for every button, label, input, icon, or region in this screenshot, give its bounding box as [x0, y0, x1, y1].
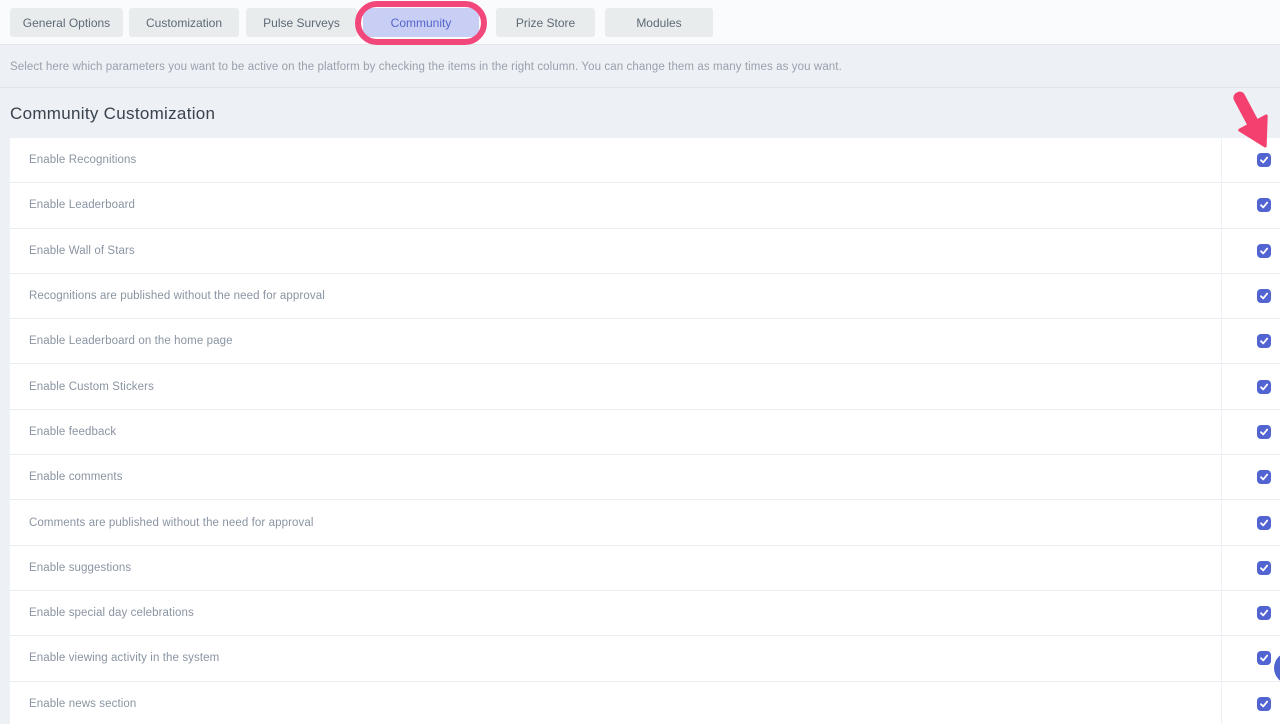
setting-checkbox[interactable]: [1257, 289, 1271, 304]
description-band: Select here which parameters you want to…: [0, 46, 1280, 88]
tab-bar: General Options Customization Pulse Surv…: [0, 0, 1280, 45]
page-title: Community Customization: [10, 103, 216, 123]
checkmark-icon: [1260, 564, 1269, 572]
setting-label: Enable Wall of Stars: [29, 244, 135, 257]
setting-label: Enable Recognitions: [29, 154, 137, 167]
checkmark-icon: [1260, 202, 1269, 209]
setting-checkbox[interactable]: [1257, 379, 1271, 394]
checkmark-icon: [1260, 609, 1269, 617]
setting-checkbox[interactable]: [1257, 334, 1271, 349]
checkmark-icon: [1260, 655, 1269, 662]
table-row: Enable comments: [10, 455, 1280, 501]
checkmark-icon: [1260, 383, 1269, 390]
setting-label: Enable Custom Stickers: [29, 380, 154, 393]
setting-label: Enable special day celebrations: [29, 607, 194, 620]
setting-label: Enable news section: [29, 697, 137, 710]
checkmark-icon: [1260, 428, 1269, 436]
setting-checkbox[interactable]: [1257, 606, 1271, 621]
setting-label: Enable Leaderboard: [29, 199, 136, 212]
tab-customization[interactable]: Customization: [129, 8, 239, 37]
setting-checkbox[interactable]: [1257, 243, 1271, 258]
tab-general-options[interactable]: General Options: [10, 8, 123, 37]
setting-label: Comments are published without the need …: [29, 516, 314, 529]
setting-checkbox[interactable]: [1257, 153, 1271, 168]
setting-checkbox[interactable]: [1257, 696, 1271, 711]
table-row: Recognitions are published without the n…: [10, 273, 1280, 320]
setting-checkbox[interactable]: [1257, 515, 1271, 530]
tab-community[interactable]: Community: [363, 8, 479, 37]
table-row: Comments are published without the need …: [10, 500, 1280, 546]
section-header: Community Customization: [0, 89, 1280, 138]
tab-prize-store[interactable]: Prize Store: [496, 8, 595, 37]
table-row: Enable viewing activity in the system: [10, 636, 1280, 682]
setting-checkbox[interactable]: [1257, 198, 1271, 213]
setting-checkbox[interactable]: [1257, 424, 1271, 439]
page-description: Select here which parameters you want to…: [10, 60, 842, 73]
setting-label: Enable suggestions: [29, 561, 132, 574]
setting-checkbox[interactable]: [1257, 560, 1271, 575]
table-row: Enable feedback: [10, 409, 1280, 456]
setting-label: Enable comments: [29, 471, 123, 484]
checkmark-icon: [1260, 156, 1269, 164]
settings-list: Enable Recognitions Enable Leaderboard E…: [10, 138, 1280, 724]
table-row: Enable Recognitions: [10, 138, 1280, 184]
column-divider: [1221, 138, 1222, 724]
table-row: Enable suggestions: [10, 545, 1280, 591]
tab-pulse-surveys[interactable]: Pulse Surveys: [246, 8, 357, 37]
setting-label: Enable viewing activity in the system: [29, 652, 220, 665]
tab-modules[interactable]: Modules: [605, 8, 713, 37]
checkmark-icon: [1260, 247, 1269, 255]
checkmark-icon: [1260, 292, 1269, 300]
table-row: Enable Leaderboard: [10, 183, 1280, 229]
checkmark-icon: [1260, 700, 1269, 708]
checkmark-icon: [1260, 473, 1269, 481]
table-row: Enable special day celebrations: [10, 590, 1280, 637]
table-row: Enable Custom Stickers: [10, 364, 1280, 410]
settings-page: General Options Customization Pulse Surv…: [0, 0, 1280, 724]
setting-checkbox[interactable]: [1257, 651, 1271, 666]
setting-label: Recognitions are published without the n…: [29, 290, 325, 303]
table-row: Enable Leaderboard on the home page: [10, 319, 1280, 365]
setting-label: Enable feedback: [29, 425, 117, 438]
checkmark-icon: [1260, 338, 1269, 345]
setting-label: Enable Leaderboard on the home page: [29, 335, 233, 348]
checkmark-icon: [1260, 519, 1269, 526]
table-row: Enable Wall of Stars: [10, 228, 1280, 274]
table-row: Enable news section: [10, 681, 1280, 724]
setting-checkbox[interactable]: [1257, 470, 1271, 485]
